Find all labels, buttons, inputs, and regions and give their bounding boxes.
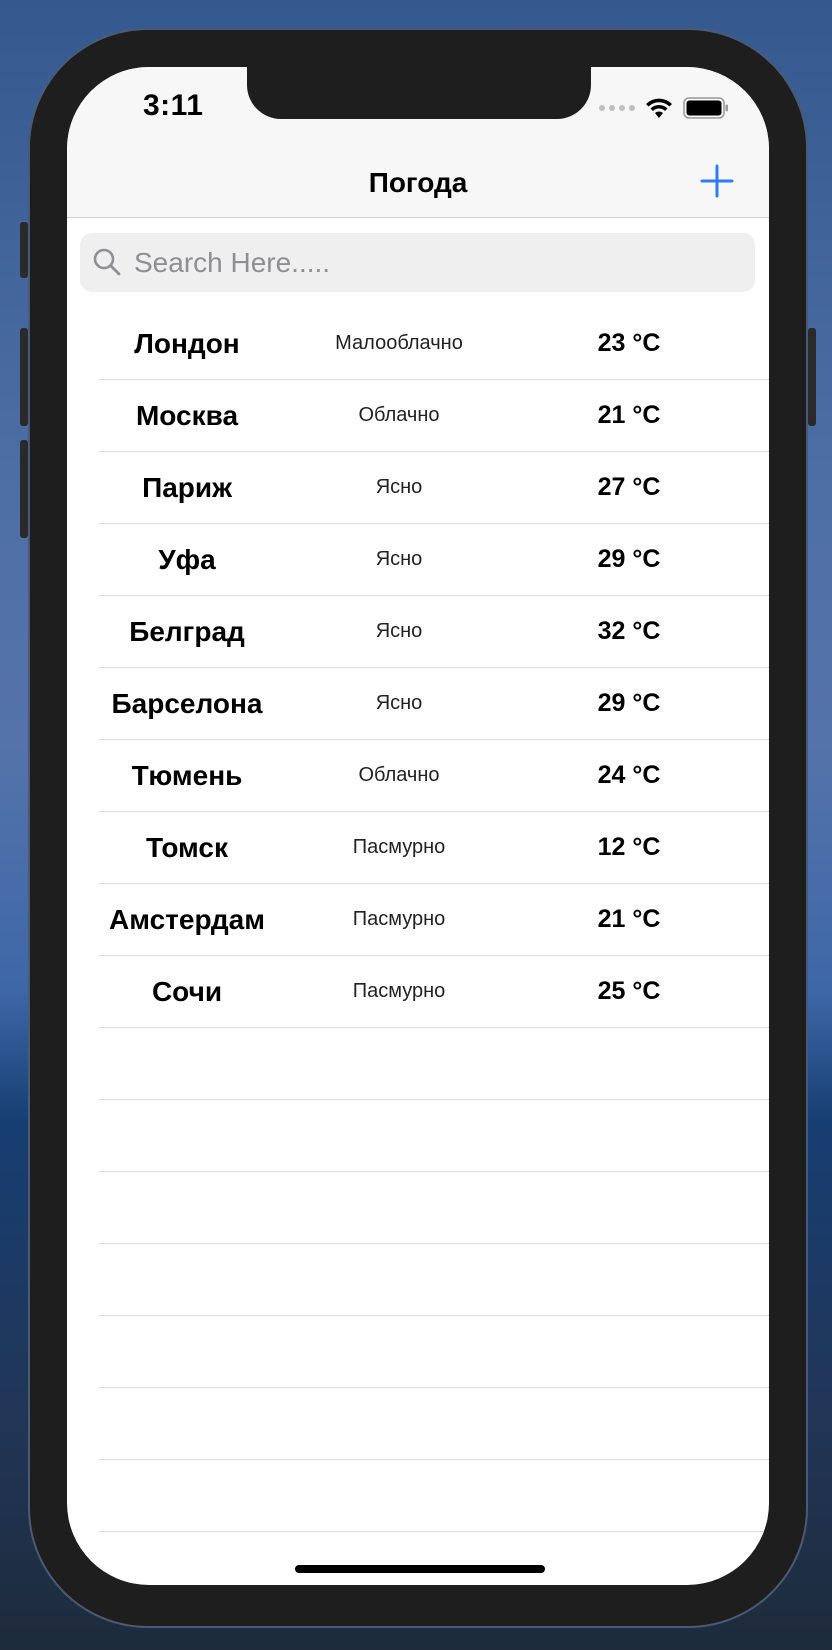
empty-row	[99, 1244, 769, 1316]
city-name: Уфа	[158, 544, 216, 575]
search-input[interactable]	[134, 233, 734, 292]
temperature: 32 °C	[597, 617, 661, 645]
wifi-icon	[646, 98, 672, 118]
signal-icon	[599, 105, 635, 111]
weather-condition: Облачно	[358, 404, 440, 426]
navigation-bar: Погода	[67, 155, 769, 218]
weather-condition: Пасмурно	[352, 836, 446, 858]
status-icons	[599, 97, 729, 119]
temperature: 29 °C	[597, 689, 661, 717]
weather-condition: Пасмурно	[352, 908, 446, 930]
table-row[interactable]: Москва Облачно 21 °C	[99, 380, 769, 452]
city-name: Лондон	[134, 328, 240, 359]
city-name: Париж	[142, 472, 232, 503]
battery-icon	[683, 97, 728, 119]
status-time: 3:11	[143, 89, 204, 122]
temperature: 29 °C	[597, 545, 661, 573]
empty-row	[99, 1028, 769, 1100]
temperature: 23 °C	[597, 329, 661, 357]
volume-up-button	[20, 328, 28, 426]
plus-icon	[700, 164, 734, 198]
volume-down-button	[20, 440, 28, 538]
table-row[interactable]: Томск Пасмурно 12 °C	[99, 812, 769, 884]
weather-condition: Ясно	[375, 476, 423, 498]
temperature: 24 °C	[597, 761, 661, 789]
table-row[interactable]: Лондон Малооблачно 23 °C	[99, 308, 769, 380]
city-name: Белград	[129, 616, 245, 647]
empty-row	[99, 1460, 769, 1532]
page-title: Погода	[368, 167, 468, 198]
weather-condition: Ясно	[375, 548, 423, 570]
city-name: Москва	[135, 400, 239, 431]
table-row[interactable]: Барселона Ясно 29 °C	[99, 668, 769, 740]
status-bar: 3:11	[67, 67, 769, 155]
table-row[interactable]: Сочи Пасмурно 25 °C	[99, 956, 769, 1028]
temperature: 12 °C	[597, 833, 661, 861]
table-row[interactable]: Тюмень Облачно 24 °C	[99, 740, 769, 812]
notch	[247, 67, 591, 119]
app-screen: 3:11 Погода Search Here..... Лондон Мало…	[67, 67, 769, 1585]
power-button	[808, 328, 816, 426]
mute-switch	[20, 222, 28, 278]
table-row[interactable]: Амстердам Пасмурно 21 °C	[99, 884, 769, 956]
temperature: 27 °C	[597, 473, 661, 501]
temperature: 21 °C	[597, 401, 661, 429]
search-bar	[80, 233, 755, 292]
empty-row	[99, 1388, 769, 1460]
table-row[interactable]: Париж Ясно 27 °C	[99, 452, 769, 524]
weather-condition: Пасмурно	[352, 980, 446, 1002]
weather-condition: Ясно	[375, 620, 423, 642]
empty-row	[99, 1172, 769, 1244]
table-row[interactable]: Уфа Ясно 29 °C	[99, 524, 769, 596]
temperature: 25 °C	[597, 977, 661, 1005]
city-name: Томск	[145, 832, 228, 863]
weather-condition: Ясно	[375, 692, 423, 714]
city-name: Амстердам	[109, 904, 265, 935]
search-icon	[93, 248, 121, 276]
add-city-button[interactable]	[697, 161, 737, 201]
city-name: Барселона	[111, 688, 263, 719]
temperature: 21 °C	[597, 905, 661, 933]
city-name: Тюмень	[131, 760, 243, 791]
table-row[interactable]: Белград Ясно 32 °C	[99, 596, 769, 668]
weather-condition: Облачно	[358, 764, 440, 786]
city-name: Сочи	[151, 976, 223, 1007]
weather-condition: Малооблачно	[335, 332, 463, 354]
empty-row	[99, 1316, 769, 1388]
home-indicator[interactable]	[295, 1565, 545, 1573]
weather-table: Лондон Малооблачно 23 °C Москва Облачно 21 °…	[67, 308, 769, 1532]
empty-row	[99, 1100, 769, 1172]
